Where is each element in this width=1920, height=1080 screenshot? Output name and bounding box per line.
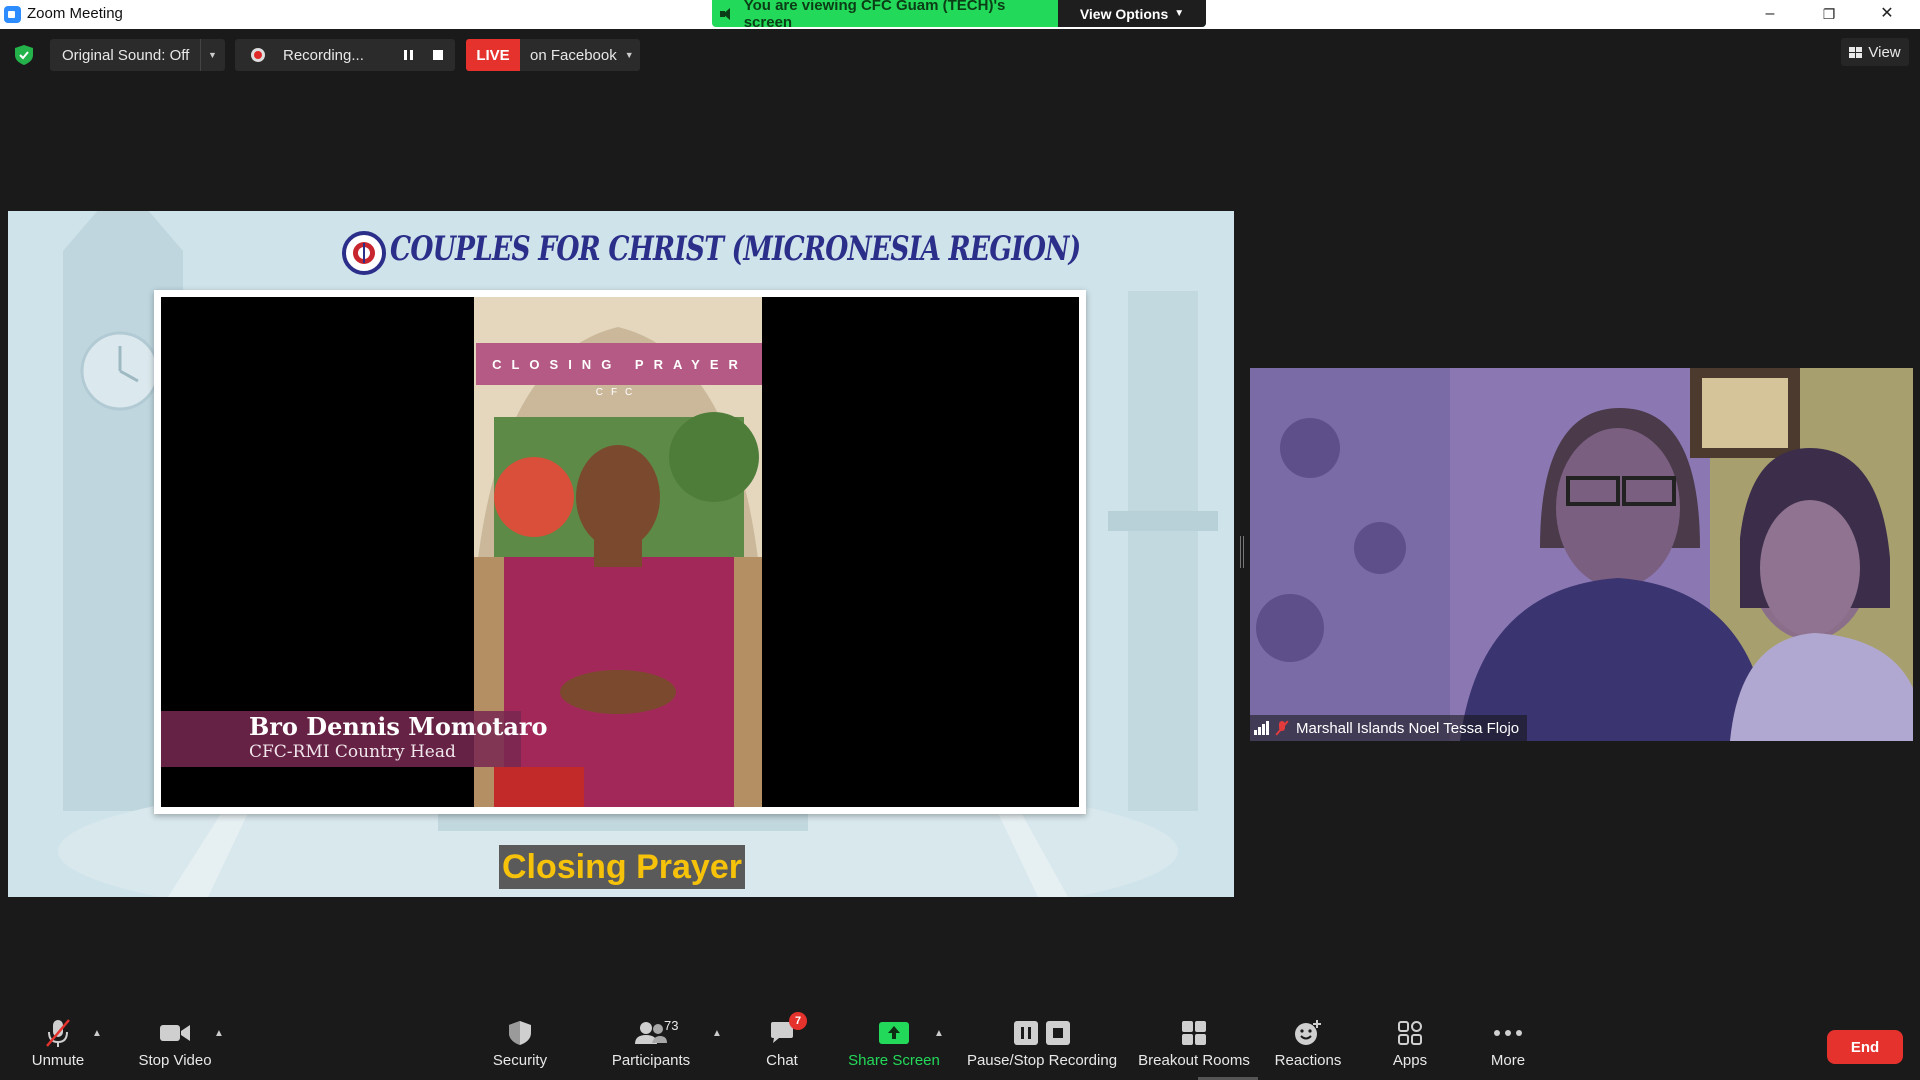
- live-badge: LIVE: [466, 39, 520, 71]
- grid-icon: [1849, 46, 1863, 58]
- stop-video-button[interactable]: Stop Video: [135, 1016, 215, 1078]
- speaker-name: Bro Dennis Momotaro: [249, 712, 548, 741]
- chat-unread-badge: 7: [789, 1012, 807, 1030]
- participant-video-image: [1250, 368, 1913, 741]
- presentation-video-frame: CLOSING PRAYER CFC Bro Dennis Momotaro C…: [154, 290, 1086, 814]
- unmute-button[interactable]: Unmute: [26, 1016, 90, 1078]
- share-screen-button[interactable]: Share Screen: [848, 1016, 940, 1078]
- more-dots-icon: [1494, 1030, 1522, 1036]
- participants-button[interactable]: 73 Participants: [606, 1016, 696, 1078]
- participant-name-label: Marshall Islands Noel Tessa Flojo: [1250, 715, 1528, 741]
- apps-icon: [1398, 1021, 1422, 1045]
- stop-recording-button[interactable]: [423, 39, 453, 71]
- chevron-down-icon: ▼: [1174, 8, 1185, 19]
- video-options-caret-icon[interactable]: ▲: [214, 1028, 224, 1039]
- pause-recording-button[interactable]: [393, 39, 423, 71]
- muted-mic-icon: [1276, 720, 1288, 736]
- closing-prayer-banner-sub: CFC: [595, 387, 641, 398]
- record-dot-icon: [251, 48, 265, 62]
- participant-name: Marshall Islands Noel Tessa Flojo: [1296, 719, 1520, 737]
- microphone-muted-icon: [46, 1019, 70, 1047]
- encryption-shield-icon[interactable]: [15, 45, 33, 65]
- end-meeting-button[interactable]: End: [1827, 1030, 1903, 1064]
- security-shield-icon: [509, 1021, 531, 1045]
- restore-button[interactable]: ❐: [1806, 3, 1852, 25]
- reactions-smiley-icon: [1295, 1020, 1321, 1045]
- audio-options-caret-icon[interactable]: ▲: [92, 1028, 102, 1039]
- original-sound-label: Original Sound: Off: [62, 46, 190, 64]
- caret-down-icon[interactable]: ▼: [200, 39, 224, 71]
- zoom-logo-icon: [4, 6, 21, 23]
- meeting-controls-toolbar: Unmute ▲ Stop Video ▲ Security 73 Partic…: [0, 1010, 1920, 1080]
- resize-splitter-handle[interactable]: [1240, 536, 1244, 568]
- video-camera-icon: [160, 1025, 190, 1041]
- breakout-rooms-button[interactable]: Breakout Rooms: [1136, 1016, 1252, 1078]
- live-destination-dropdown[interactable]: on Facebook ▼: [520, 39, 640, 71]
- viewing-banner-text: You are viewing CFC Guam (TECH)'s screen: [743, 0, 1006, 31]
- title-bar: Zoom Meeting You are viewing CFC Guam (T…: [0, 0, 1920, 31]
- recording-indicator: Recording...: [235, 39, 455, 71]
- pause-stop-recording-button[interactable]: Pause/Stop Recording: [966, 1016, 1118, 1078]
- share-options-caret-icon[interactable]: ▲: [934, 1028, 944, 1039]
- view-options-button[interactable]: View Options ▼: [1058, 0, 1206, 27]
- participants-options-caret-icon[interactable]: ▲: [712, 1028, 722, 1039]
- more-button[interactable]: More: [1486, 1016, 1530, 1078]
- view-layout-button[interactable]: View: [1841, 38, 1909, 66]
- pause-stop-recording-icon: [1014, 1021, 1070, 1045]
- breakout-rooms-icon: [1182, 1021, 1206, 1045]
- minimize-button[interactable]: –: [1747, 3, 1793, 25]
- closing-prayer-banner: CLOSING PRAYER: [476, 343, 762, 385]
- speaker-icon: [720, 7, 736, 21]
- cfc-logo-icon: [342, 231, 386, 275]
- viewing-banner: You are viewing CFC Guam (TECH)'s screen…: [712, 0, 1206, 31]
- speaker-role: CFC-RMI Country Head: [249, 742, 456, 762]
- apps-button[interactable]: Apps: [1390, 1016, 1430, 1078]
- window-title: Zoom Meeting: [27, 5, 123, 22]
- shared-screen: COUPLES FOR CHRIST (MICRONESIA REGION) C…: [8, 211, 1234, 897]
- closing-prayer-caption: Closing Prayer: [499, 845, 745, 889]
- share-screen-icon: [879, 1022, 909, 1044]
- chat-button[interactable]: 7 Chat: [760, 1012, 807, 1078]
- close-button[interactable]: ✕: [1864, 3, 1910, 25]
- participant-video-tile[interactable]: Marshall Islands Noel Tessa Flojo: [1250, 368, 1913, 741]
- participants-count: 73: [664, 1018, 679, 1033]
- original-sound-toggle[interactable]: Original Sound: Off ▼: [50, 39, 225, 71]
- security-button[interactable]: Security: [488, 1016, 552, 1078]
- reactions-button[interactable]: Reactions: [1275, 1016, 1341, 1078]
- participants-icon: [635, 1022, 667, 1044]
- org-title: COUPLES FOR CHRIST (MICRONESIA REGION): [390, 229, 1081, 269]
- recording-label: Recording...: [283, 46, 364, 64]
- signal-strength-icon: [1254, 721, 1270, 735]
- caret-down-icon: ▼: [624, 50, 634, 60]
